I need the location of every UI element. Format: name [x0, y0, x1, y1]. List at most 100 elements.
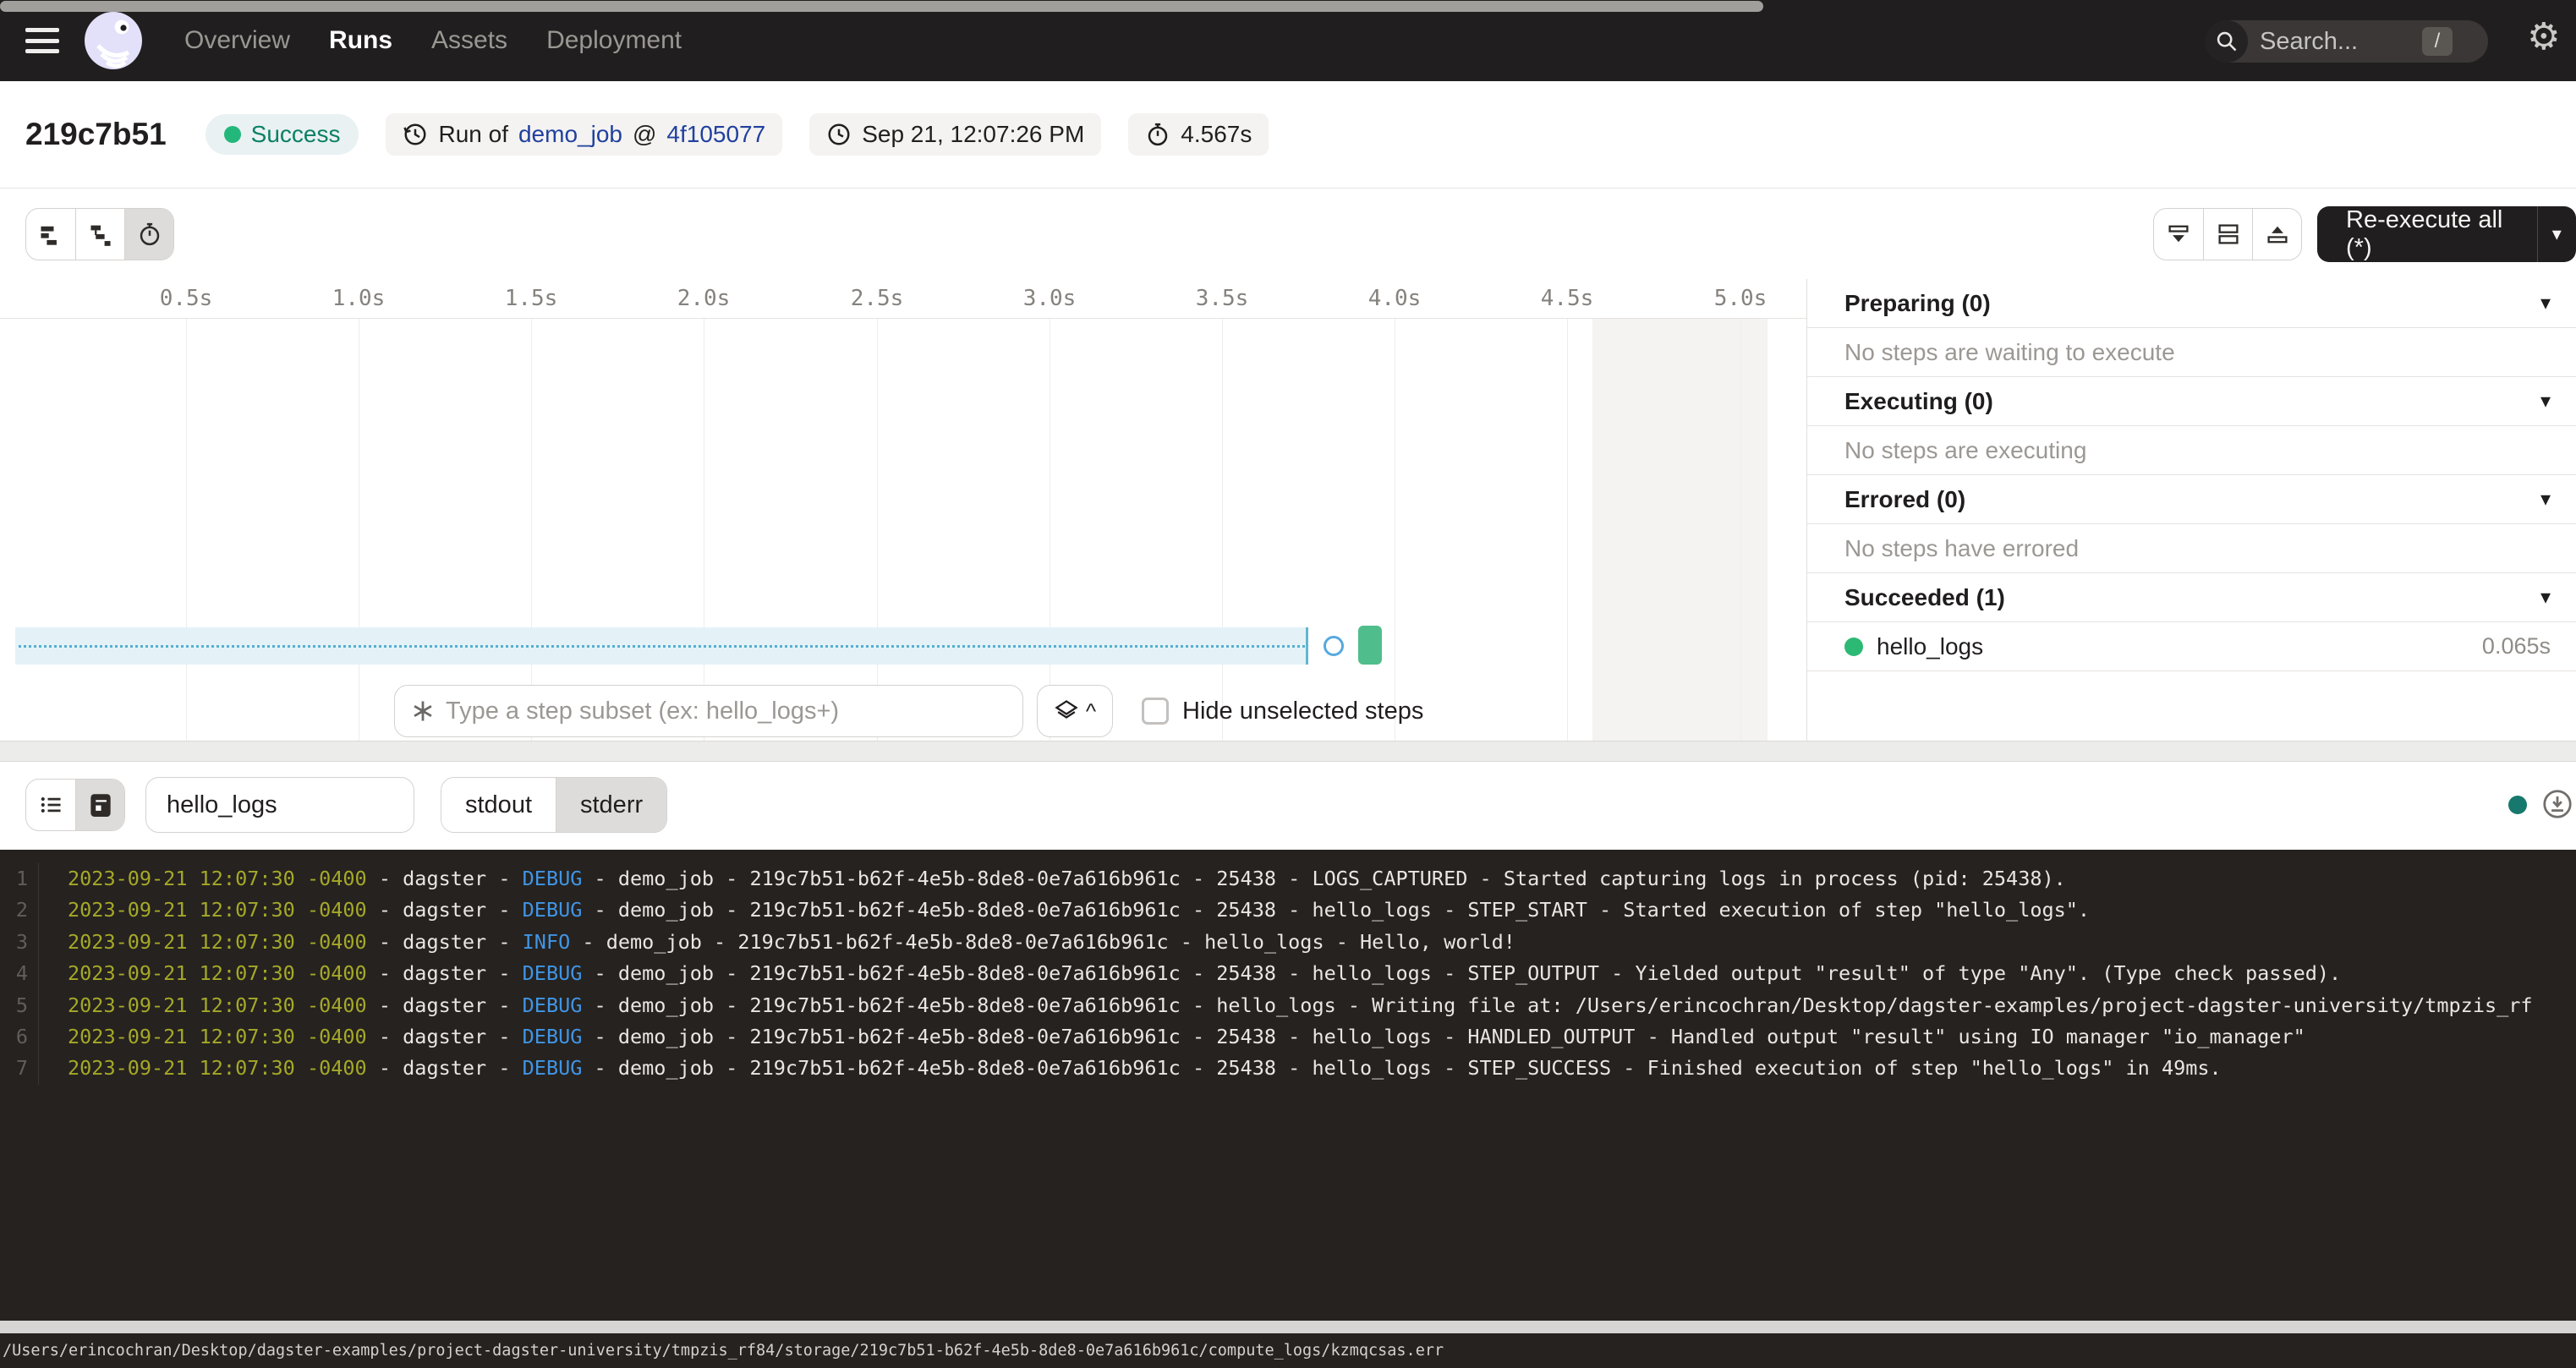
- collapse-caret: ^: [1086, 698, 1096, 725]
- log-line: 42023-09-21 12:07:30 -0400 - dagster - D…: [0, 958, 2576, 989]
- run-id-title: 219c7b51: [25, 117, 167, 152]
- log-file-path: /Users/erincochran/Desktop/dagster-examp…: [3, 1342, 1444, 1360]
- nav-item-runs[interactable]: Runs: [329, 26, 392, 55]
- view-waterfall-icon[interactable]: [75, 209, 124, 260]
- log-line: 12023-09-21 12:07:30 -0400 - dagster - D…: [0, 863, 2576, 895]
- axis-tick: 0.5s: [160, 286, 213, 311]
- view-timed-icon[interactable]: [124, 209, 173, 260]
- raw-log-viewer[interactable]: 12023-09-21 12:07:30 -0400 - dagster - D…: [0, 850, 2576, 1321]
- expand-bottom-icon[interactable]: [2252, 209, 2301, 260]
- section-caret-icon[interactable]: ▾: [2540, 487, 2551, 512]
- view-flat-icon[interactable]: [26, 209, 75, 260]
- status-badge: Success: [206, 114, 359, 155]
- section-header-succeeded[interactable]: Succeeded (1) ▾: [1807, 573, 2576, 622]
- search-input[interactable]: [2260, 28, 2420, 56]
- hide-unselected-label: Hide unselected steps: [1182, 698, 1423, 725]
- hide-unselected-row: Hide unselected steps: [1142, 698, 1423, 725]
- step-status-panel: Preparing (0) ▾ No steps are waiting to …: [1806, 279, 2576, 741]
- job-name-link[interactable]: demo_job: [518, 121, 622, 148]
- menu-icon[interactable]: [25, 28, 59, 53]
- clock-icon: [826, 122, 852, 147]
- at-separator: @: [633, 121, 656, 148]
- tab-stdout[interactable]: stdout: [441, 778, 556, 832]
- succeeded-step-row[interactable]: hello_logs 0.065s: [1807, 622, 2576, 671]
- horizontal-scrollbar[interactable]: [0, 1321, 2576, 1333]
- panel-splitter[interactable]: [0, 741, 2576, 762]
- axis-tick: 1.5s: [505, 286, 558, 311]
- section-header-executing[interactable]: Executing (0) ▾: [1807, 377, 2576, 426]
- collapse-bottom-icon[interactable]: [2154, 209, 2203, 260]
- top-nav: Overview Runs Assets Deployment / ⚙: [0, 0, 2576, 81]
- nav-item-overview[interactable]: Overview: [184, 26, 290, 55]
- duration-tag: 4.567s: [1128, 113, 1269, 156]
- hide-unselected-checkbox[interactable]: [1142, 698, 1169, 725]
- code-version-link[interactable]: 4f105077: [666, 121, 765, 148]
- axis-tick: 2.0s: [677, 286, 731, 311]
- tab-stderr[interactable]: stderr: [556, 778, 666, 832]
- step-subset-field[interactable]: [394, 685, 1023, 737]
- step-bar-hello-logs[interactable]: [1358, 626, 1382, 665]
- log-line: 32023-09-21 12:07:30 -0400 - dagster - I…: [0, 927, 2576, 958]
- split-panels-icon[interactable]: [2203, 209, 2252, 260]
- search-shortcut-key: /: [2422, 27, 2453, 56]
- axis-tick: 5.0s: [1714, 286, 1768, 311]
- status-dot-icon: [224, 126, 241, 143]
- gantt-time-axis: 0.5s 1.0s 1.5s 2.0s 2.5s 3.0s 3.5s 4.0s …: [0, 279, 1806, 319]
- axis-tick: 4.5s: [1541, 286, 1594, 311]
- log-line: 22023-09-21 12:07:30 -0400 - dagster - D…: [0, 895, 2576, 926]
- nav-item-deployment[interactable]: Deployment: [546, 26, 682, 55]
- axis-tick: 3.0s: [1023, 286, 1077, 311]
- log-toolbar: stdout stderr: [0, 762, 2576, 850]
- graph-layers-button[interactable]: ^: [1037, 685, 1113, 737]
- log-line: 72023-09-21 12:07:30 -0400 - dagster - D…: [0, 1053, 2576, 1084]
- section-empty-row: No steps have errored: [1807, 524, 2576, 573]
- log-path-status-bar: /Users/erincochran/Desktop/dagster-examp…: [0, 1333, 2576, 1368]
- log-line: 52023-09-21 12:07:30 -0400 - dagster - D…: [0, 990, 2576, 1021]
- gantt-toolbar: Hide not started steps Re-execute all (*…: [0, 189, 2576, 279]
- reexecute-dropdown-caret[interactable]: ▾: [2537, 206, 2576, 262]
- axis-tick: 2.5s: [851, 286, 904, 311]
- dagster-logo-icon[interactable]: [81, 8, 145, 73]
- horizontal-scrollbar-thumb[interactable]: [0, 1, 1763, 12]
- op-selector-icon: [410, 698, 436, 724]
- run-of-tag: Run of demo_job @ 4f105077: [386, 113, 782, 156]
- settings-gear-icon[interactable]: ⚙: [2527, 15, 2560, 58]
- panel-layout-group: [2153, 208, 2302, 260]
- section-header-preparing[interactable]: Preparing (0) ▾: [1807, 279, 2576, 328]
- gantt-chart: 0.5s 1.0s 1.5s 2.0s 2.5s 3.0s 3.5s 4.0s …: [0, 279, 1806, 741]
- section-header-errored[interactable]: Errored (0) ▾: [1807, 475, 2576, 524]
- log-step-filter[interactable]: [145, 777, 414, 833]
- log-view-mode-group: [25, 779, 125, 831]
- step-marker-circle: [1324, 636, 1344, 656]
- step-subset-input[interactable]: [446, 698, 1007, 725]
- download-logs-button[interactable]: [2542, 789, 2573, 819]
- history-icon: [403, 122, 428, 147]
- raw-log-icon[interactable]: [75, 780, 124, 830]
- step-subset-row: ^ Hide unselected steps: [0, 685, 1806, 737]
- nav-item-assets[interactable]: Assets: [431, 26, 507, 55]
- stopwatch-icon: [1145, 122, 1170, 147]
- run-of-prefix: Run of: [438, 121, 508, 148]
- gantt-view-mode-group: [25, 208, 174, 260]
- global-search[interactable]: /: [2206, 20, 2488, 63]
- section-caret-icon[interactable]: ▾: [2540, 585, 2551, 610]
- start-time-tag: Sep 21, 12:07:26 PM: [809, 113, 1101, 156]
- search-icon: [2206, 20, 2248, 63]
- log-live-status-dot: [2508, 796, 2527, 814]
- log-line: 62023-09-21 12:07:30 -0400 - dagster - D…: [0, 1021, 2576, 1053]
- section-caret-icon[interactable]: ▾: [2540, 389, 2551, 413]
- axis-tick: 4.0s: [1368, 286, 1422, 311]
- step-duration: 0.065s: [2482, 633, 2551, 659]
- structured-log-icon[interactable]: [26, 780, 75, 830]
- section-empty-row: No steps are waiting to execute: [1807, 328, 2576, 377]
- layers-icon: [1054, 698, 1079, 724]
- axis-tick: 3.5s: [1196, 286, 1249, 311]
- run-header: 219c7b51 Success Run of demo_job @ 4f105…: [0, 81, 2576, 189]
- reexecute-all-button[interactable]: Re-execute all (*) ▾: [2317, 206, 2576, 262]
- stream-tabs: stdout stderr: [441, 777, 667, 833]
- step-waiting-dotted-line: [19, 645, 1305, 648]
- log-step-filter-input[interactable]: [167, 791, 393, 819]
- section-caret-icon[interactable]: ▾: [2540, 291, 2551, 315]
- section-empty-row: No steps are executing: [1807, 426, 2576, 475]
- step-success-dot-icon: [1844, 637, 1863, 656]
